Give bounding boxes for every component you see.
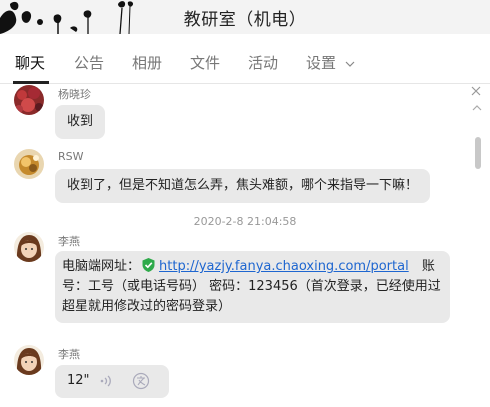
tab-settings-label: 设置 (306, 54, 337, 72)
tab-settings[interactable]: 设置 (306, 52, 355, 73)
tab-files[interactable]: 文件 (190, 52, 220, 73)
active-tab-indicator (13, 81, 49, 84)
message-text: 账 (421, 259, 435, 274)
message-text: 电脑端网址： (62, 259, 141, 274)
voice-message-bubble[interactable]: 12" (55, 365, 169, 398)
avatar[interactable] (14, 85, 44, 115)
message-text: 号：工号（或电话号码） 密码：123456（首次登录，已经使用过 (62, 279, 441, 294)
tab-activities[interactable]: 活动 (248, 52, 278, 73)
message-timestamp: 2020-2-8 21:04:58 (193, 215, 297, 228)
voice-wave-icon[interactable] (100, 374, 114, 388)
tab-announcements[interactable]: 公告 (74, 52, 104, 73)
sender-name: 李燕 (58, 235, 80, 248)
tab-bar: 聊天 公告 相册 文件 活动 设置 (0, 34, 490, 84)
sender-name: 李燕 (58, 348, 80, 361)
portal-link[interactable]: http://yazjy.fanya.chaoxing.com/portal (159, 259, 409, 274)
verified-shield-icon (142, 258, 155, 272)
message-text: 超星就用修改过的密码登录） (62, 299, 232, 314)
message-bubble[interactable]: 电脑端网址： http://yazjy.fanya.chaoxing.com/po… (55, 251, 450, 323)
scrollbar-thumb[interactable] (475, 137, 481, 169)
message-bubble[interactable]: 收到了，但是不知道怎么弄，焦头难额，哪个来指导一下嘛！ (55, 169, 431, 203)
close-icon[interactable] (470, 85, 482, 97)
chevron-down-icon (345, 61, 355, 67)
window-header: 教研室（机电） (0, 0, 490, 34)
tab-album[interactable]: 相册 (132, 52, 162, 73)
voice-to-text-icon[interactable] (132, 372, 150, 390)
sender-name: RSW (58, 150, 84, 163)
voice-duration: 12" (67, 373, 90, 388)
message-bubble[interactable]: 收到 (55, 105, 106, 139)
window-title: 教研室（机电） (183, 10, 307, 30)
tab-chat[interactable]: 聊天 (15, 52, 45, 73)
avatar[interactable] (14, 345, 44, 375)
scroll-up-arrow-icon[interactable] (472, 105, 482, 111)
sender-name: 杨晓珍 (58, 88, 91, 101)
chat-message-list[interactable]: 杨晓珍 收到 RSW 收到了，但是不知道怎么弄，焦头难额，哪个来指导一下嘛！ 2… (0, 85, 490, 407)
avatar[interactable] (14, 232, 44, 262)
avatar[interactable] (14, 149, 44, 179)
